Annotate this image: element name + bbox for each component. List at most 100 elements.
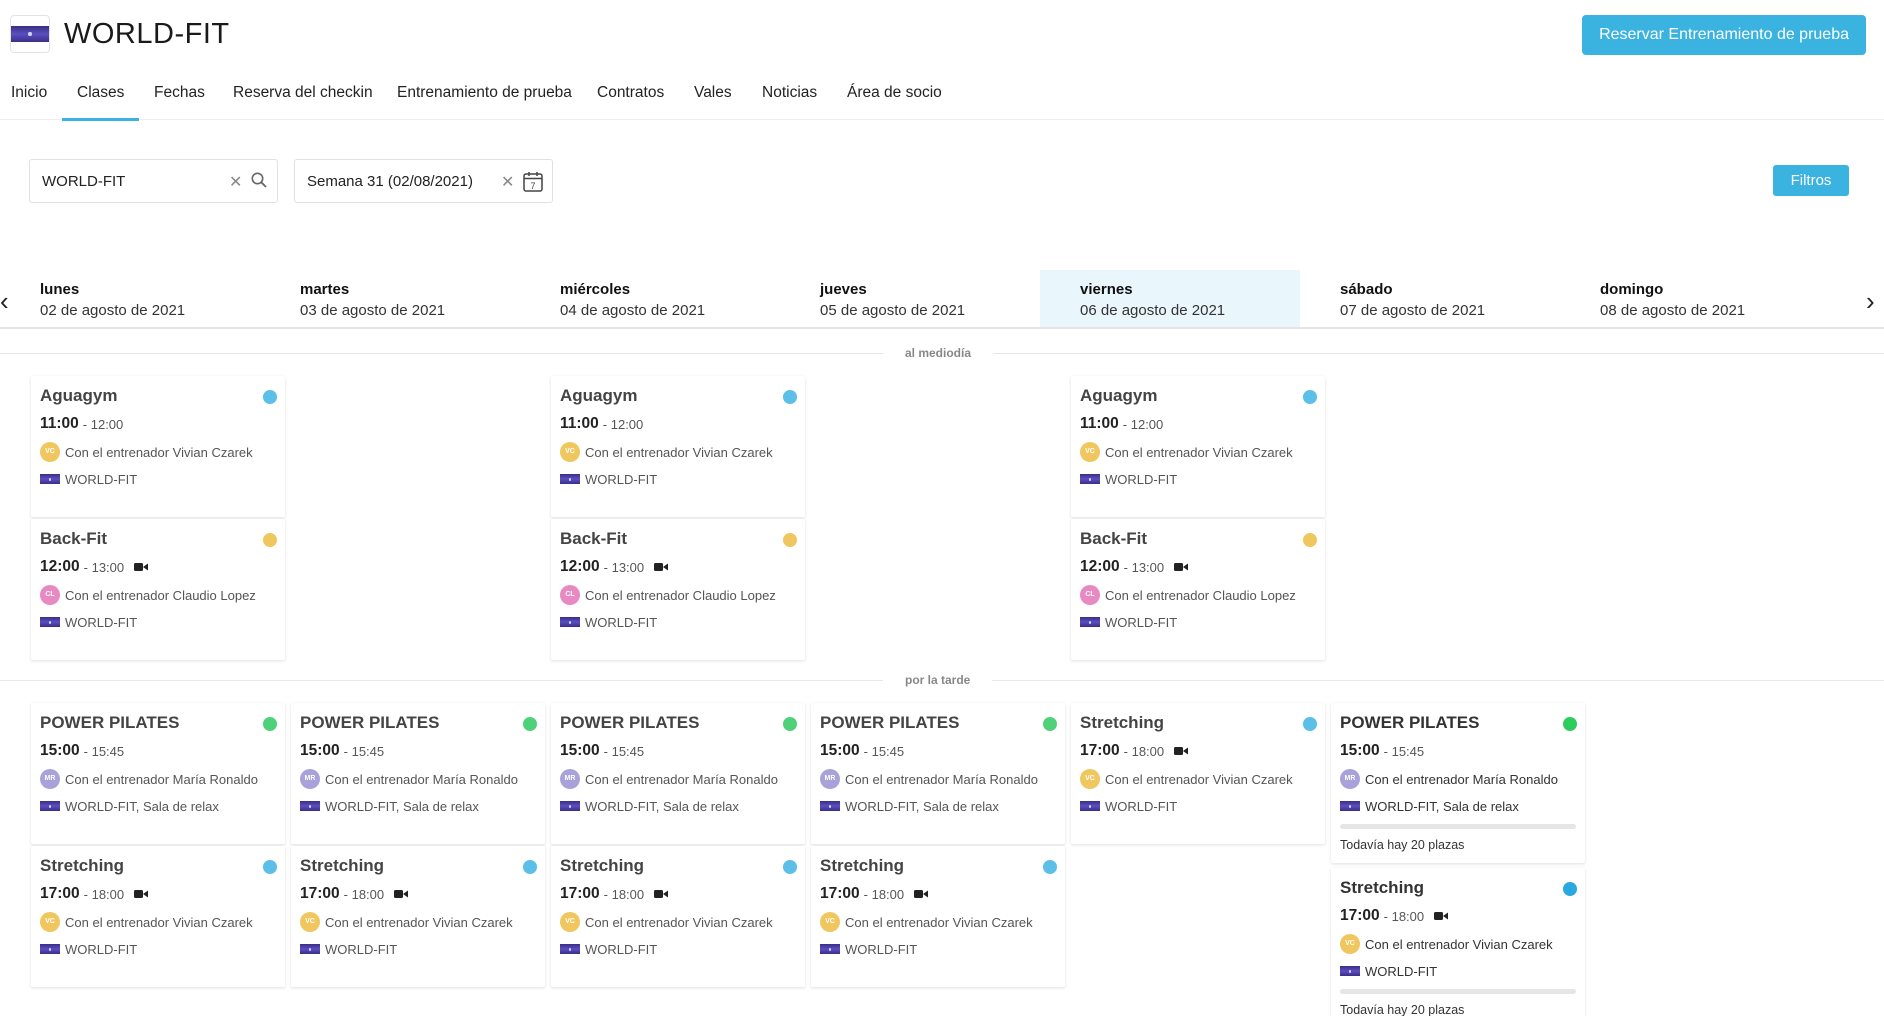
nav-contratos[interactable]: Contratos — [597, 84, 664, 120]
class-location: WORLD-FIT — [300, 940, 545, 958]
week-select-value: Semana 31 (02/08/2021) — [307, 173, 473, 190]
class-card[interactable]: Back-Fit 12:00- 13:00 CL Con el entrenador … — [551, 519, 805, 660]
class-card[interactable]: Aguagym 11:00- 12:00 VC Con el entrenador V… — [31, 376, 285, 517]
studio-select-value: WORLD-FIT — [42, 173, 126, 190]
search-icon[interactable] — [250, 171, 268, 189]
class-name: POWER PILATES — [300, 713, 440, 732]
nav-noticias[interactable]: Noticias — [762, 84, 817, 120]
class-location: WORLD-FIT — [1080, 613, 1325, 631]
studio-flag-icon — [560, 617, 580, 627]
class-end-time: - 15:45 — [1383, 743, 1425, 759]
class-card[interactable]: Back-Fit 12:00- 13:00 CL Con el entrenador … — [31, 519, 285, 660]
class-location: WORLD-FIT, Sala de relax — [560, 797, 805, 815]
trainer-name: Con el entrenador María Ronaldo — [1365, 771, 1558, 787]
class-card[interactable]: POWER PILATES 15:00- 15:45 MR Con el entren… — [1331, 703, 1585, 863]
day-name: sábado — [1340, 281, 1393, 298]
class-card[interactable]: Stretching 17:00- 18:00 VC Con el entrenado… — [1331, 868, 1585, 1016]
nav-reserva-checkin[interactable]: Reserva del checkin — [233, 84, 373, 120]
prev-week-chevron-icon[interactable]: ‹ — [0, 288, 9, 314]
class-time: 17:00- 18:00 — [560, 885, 805, 903]
location-name: WORLD-FIT — [585, 471, 658, 487]
nav-area-socio[interactable]: Área de socio — [847, 84, 942, 120]
class-card[interactable]: Stretching 17:00- 18:00 VC Con el entrenado… — [31, 846, 285, 987]
studio-select[interactable]: WORLD-FIT ✕ — [29, 159, 278, 203]
location-name: WORLD-FIT — [585, 614, 658, 630]
day-name: miércoles — [560, 281, 631, 298]
class-card[interactable]: Stretching 17:00- 18:00 VC Con el entrenado… — [551, 846, 805, 987]
class-time: 17:00- 18:00 — [1080, 742, 1325, 760]
day-monday[interactable]: lunes 02 de agosto de 2021 — [0, 270, 260, 327]
class-start-time: 15:00 — [40, 742, 80, 759]
section-label-midday: al mediodía — [883, 346, 994, 360]
class-category-dot-icon — [1563, 717, 1577, 731]
location-name: WORLD-FIT, Sala de relax — [1365, 798, 1519, 814]
header: WORLD-FIT Reservar Entrenamiento de prue… — [0, 0, 1884, 70]
class-category-dot-icon — [263, 717, 277, 731]
nav-clases[interactable]: Clases — [61, 84, 140, 121]
trainer-name: Con el entrenador María Ronaldo — [325, 771, 518, 787]
day-thursday[interactable]: jueves 05 de agosto de 2021 — [780, 270, 1040, 327]
class-trainer: CL Con el entrenador Claudio Lopez — [40, 585, 285, 605]
studio-flag-icon — [820, 944, 840, 954]
class-category-dot-icon — [1043, 717, 1057, 731]
studio-logo[interactable] — [10, 15, 50, 53]
clear-studio-icon[interactable]: ✕ — [229, 172, 242, 192]
class-card[interactable]: Stretching 17:00- 18:00 VC Con el entrenado… — [1071, 703, 1325, 844]
studio-flag-icon — [1080, 474, 1100, 484]
filters-button[interactable]: Filtros — [1773, 165, 1849, 196]
trainer-name: Con el entrenador Claudio Lopez — [1105, 587, 1296, 603]
class-category-dot-icon — [783, 860, 797, 874]
video-camera-icon — [654, 563, 669, 571]
class-name: Back-Fit — [40, 529, 108, 548]
class-card[interactable]: POWER PILATES 15:00- 15:45 MR Con el entren… — [291, 703, 545, 844]
class-card[interactable]: Stretching 17:00- 18:00 VC Con el entrenado… — [291, 846, 545, 987]
clear-week-icon[interactable]: ✕ — [501, 172, 514, 192]
app-title: WORLD-FIT — [64, 18, 230, 50]
class-card[interactable]: Aguagym 11:00- 12:00 VC Con el entrenador V… — [551, 376, 805, 517]
studio-flag-icon — [40, 474, 60, 484]
trainer-name: Con el entrenador Vivian Czarek — [325, 914, 513, 930]
trainer-avatar: CL — [1080, 585, 1100, 605]
class-card[interactable]: Aguagym 11:00- 12:00 VC Con el entrenador V… — [1071, 376, 1325, 517]
nav-vales[interactable]: Vales — [694, 84, 732, 120]
class-end-time: - 18:00 — [343, 886, 385, 902]
class-location: WORLD-FIT — [560, 470, 805, 488]
class-card[interactable]: POWER PILATES 15:00- 15:45 MR Con el entren… — [31, 703, 285, 844]
class-end-time: - 15:45 — [343, 743, 385, 759]
day-date: 02 de agosto de 2021 — [40, 302, 186, 319]
class-card[interactable]: POWER PILATES 15:00- 15:45 MR Con el entren… — [551, 703, 805, 844]
trainer-name: Con el entrenador Vivian Czarek — [585, 444, 773, 460]
day-wednesday[interactable]: miércoles 04 de agosto de 2021 — [520, 270, 780, 327]
trainer-avatar: MR — [300, 769, 320, 789]
video-camera-icon — [1434, 912, 1449, 920]
nav-entrenamiento-prueba[interactable]: Entrenamiento de prueba — [397, 84, 572, 120]
class-card[interactable]: Stretching 17:00- 18:00 VC Con el entrenado… — [811, 846, 1065, 987]
week-select[interactable]: Semana 31 (02/08/2021) ✕ 7 — [294, 159, 553, 203]
day-sunday[interactable]: domingo 08 de agosto de 2021 — [1560, 270, 1820, 327]
class-end-time: - 18:00 — [1123, 743, 1165, 759]
class-category-dot-icon — [1303, 533, 1317, 547]
next-week-chevron-icon[interactable]: › — [1866, 288, 1875, 314]
trainer-avatar: VC — [40, 442, 60, 462]
class-location: WORLD-FIT — [1080, 797, 1325, 815]
book-trial-button[interactable]: Reservar Entrenamiento de prueba — [1582, 15, 1866, 55]
class-name: Back-Fit — [560, 529, 628, 548]
day-saturday[interactable]: sábado 07 de agosto de 2021 — [1300, 270, 1560, 327]
availability-progress — [1340, 824, 1576, 829]
day-friday[interactable]: viernes 06 de agosto de 2021 — [1040, 270, 1300, 327]
trainer-name: Con el entrenador Vivian Czarek — [1105, 771, 1293, 787]
class-card[interactable]: POWER PILATES 15:00- 15:45 MR Con el entren… — [811, 703, 1065, 844]
nav-fechas[interactable]: Fechas — [154, 84, 205, 120]
day-tuesday[interactable]: martes 03 de agosto de 2021 — [260, 270, 520, 327]
class-start-time: 17:00 — [820, 885, 860, 902]
class-name: Aguagym — [1080, 386, 1158, 405]
class-trainer: VC Con el entrenador Vivian Czarek — [1080, 442, 1325, 462]
class-trainer: VC Con el entrenador Vivian Czarek — [820, 912, 1065, 932]
nav-inicio[interactable]: Inicio — [11, 84, 47, 120]
class-category-dot-icon — [783, 717, 797, 731]
studio-flag-icon — [560, 944, 580, 954]
availability-text: Todavía hay 20 plazas — [1340, 838, 1465, 852]
class-card[interactable]: Back-Fit 12:00- 13:00 CL Con el entrenador … — [1071, 519, 1325, 660]
class-trainer: MR Con el entrenador María Ronaldo — [40, 769, 285, 789]
calendar-icon[interactable]: 7 — [523, 171, 543, 192]
